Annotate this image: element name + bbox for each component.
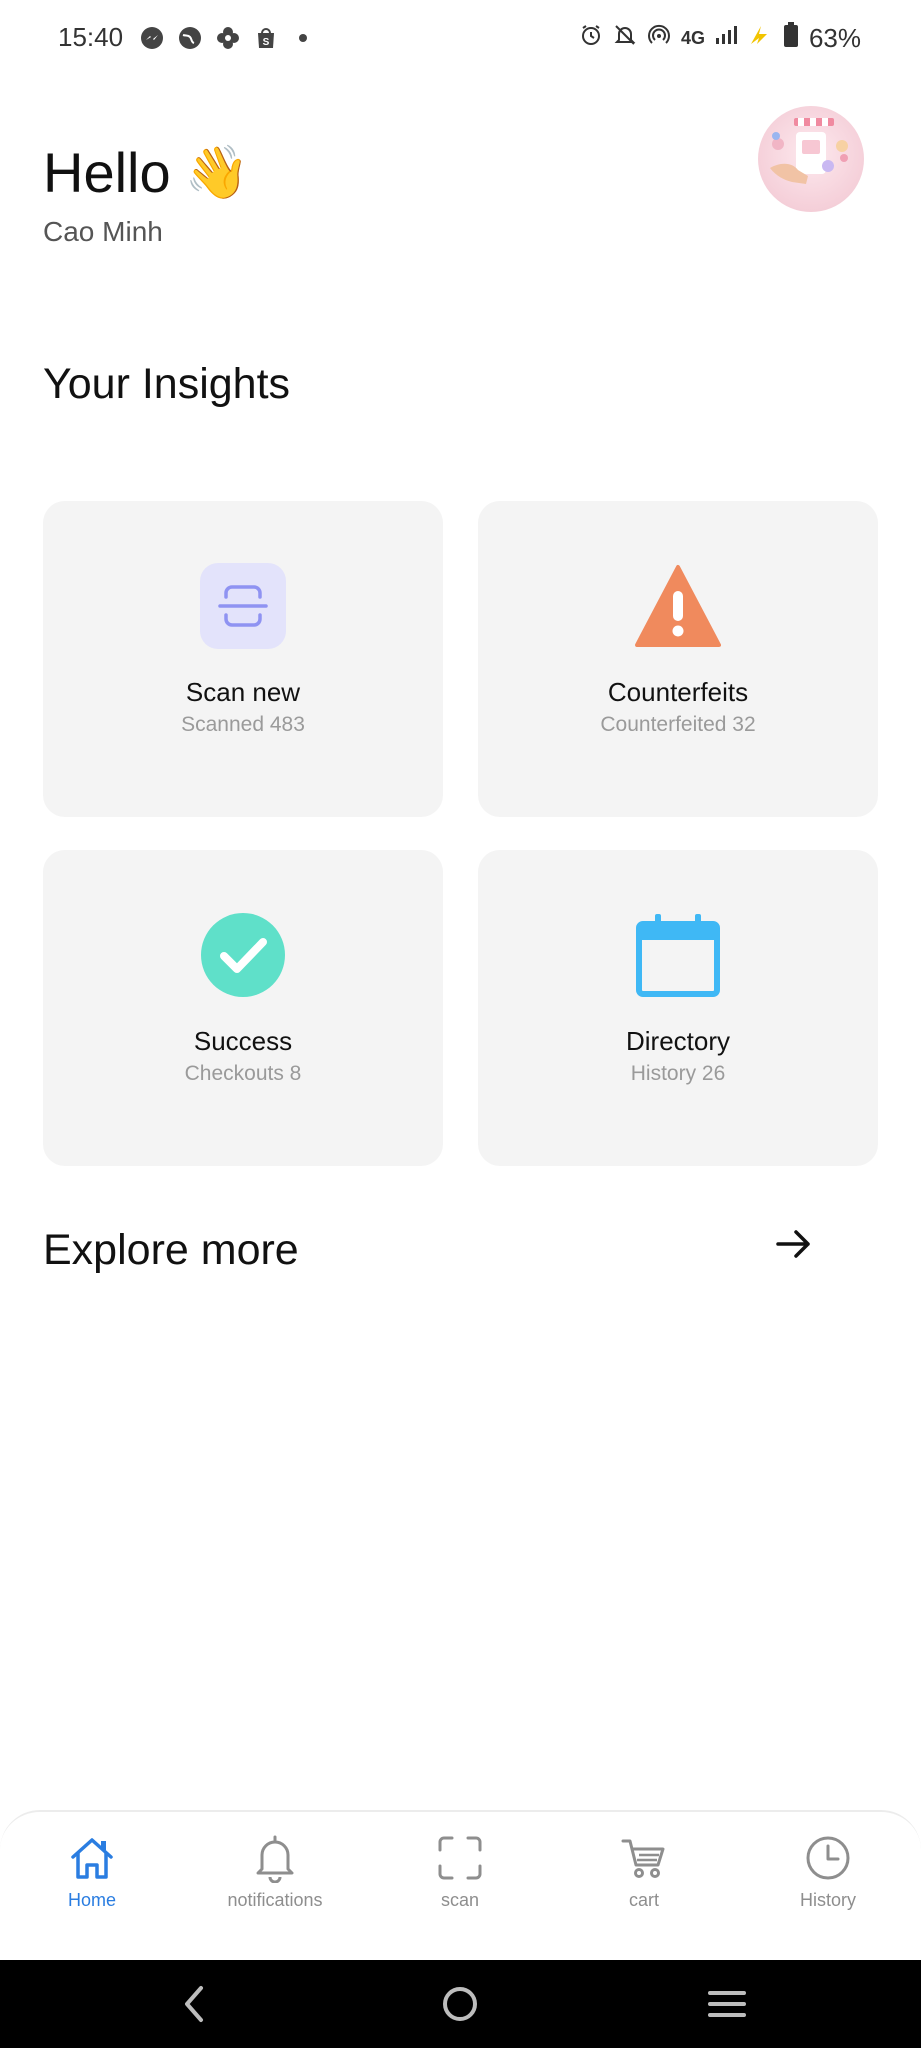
nav-history[interactable]: History: [753, 1830, 903, 1911]
arrow-right-icon[interactable]: [772, 1222, 816, 1266]
card-scan-new[interactable]: Scan new Scanned 483: [43, 501, 443, 817]
status-system-icons: 4G 63%: [579, 22, 861, 55]
bottom-nav: Home notifications scan cart History: [0, 1810, 921, 1962]
svg-text:S: S: [263, 37, 270, 48]
nav-label: cart: [628, 1890, 659, 1910]
card-counterfeits[interactable]: Counterfeits Counterfeited 32: [478, 501, 878, 817]
explore-title: Explore more: [43, 1226, 299, 1274]
card-directory[interactable]: Directory History 26: [478, 850, 878, 1166]
card-subtitle: Counterfeited 32: [600, 713, 756, 736]
nav-label: Home: [67, 1890, 116, 1910]
card-subtitle: Checkouts 8: [184, 1062, 302, 1085]
calendar-icon: [635, 912, 721, 998]
recents-menu-icon[interactable]: [703, 1980, 751, 2028]
avatar[interactable]: [758, 106, 864, 212]
network-type: 4G: [680, 28, 705, 48]
battery-percentage: 63%: [808, 23, 861, 53]
signal-icon: [715, 24, 737, 53]
greeting-text: Hello: [43, 141, 171, 204]
nav-notifications[interactable]: notifications: [200, 1830, 350, 1911]
home-circle-icon[interactable]: [436, 1980, 484, 2028]
greeting: Hello 👋: [43, 140, 249, 205]
status-bar: 15:40 S 4G 63%: [0, 0, 921, 78]
nav-scan[interactable]: scan: [385, 1830, 535, 1911]
more-notifications-dot: [299, 34, 307, 42]
scan-frame-icon: [385, 1830, 535, 1886]
nav-cart[interactable]: cart: [569, 1830, 719, 1911]
user-name: Cao Minh: [43, 216, 163, 247]
nav-home[interactable]: Home: [17, 1830, 167, 1911]
status-time: 15:40: [58, 22, 124, 52]
shop-illustration-icon: [770, 118, 848, 184]
card-subtitle: History 26: [630, 1062, 726, 1085]
charging-icon: [747, 24, 773, 53]
shopping-bag-icon: S: [253, 25, 279, 51]
clock-icon: [753, 1830, 903, 1886]
waving-hand-icon: 👋: [184, 144, 250, 202]
warning-icon: [635, 563, 721, 649]
hotspot-icon: [647, 23, 671, 54]
card-success[interactable]: Success Checkouts 8: [43, 850, 443, 1166]
card-title: Counterfeits: [607, 677, 749, 707]
battery-icon: [783, 22, 799, 55]
card-title: Directory: [625, 1026, 730, 1056]
cart-icon: [569, 1830, 719, 1886]
card-title: Scan new: [185, 677, 301, 707]
messenger-icon: [139, 25, 165, 51]
browser-icon: [177, 25, 203, 51]
check-circle-icon: [200, 912, 286, 998]
nav-label: notifications: [227, 1890, 323, 1910]
system-nav-bar: [0, 1960, 921, 2048]
insights-title: Your Insights: [43, 360, 291, 408]
card-subtitle: Scanned 483: [181, 713, 305, 736]
nav-label: History: [799, 1890, 856, 1910]
nav-label: scan: [440, 1890, 480, 1910]
card-title: Success: [193, 1026, 293, 1056]
bell-icon: [200, 1830, 350, 1886]
app-flower-icon: [215, 25, 241, 51]
home-icon: [17, 1830, 167, 1886]
back-icon[interactable]: [170, 1980, 218, 2028]
status-notification-icons: S: [139, 25, 307, 51]
mute-bell-icon: [613, 23, 637, 54]
scan-icon: [200, 563, 286, 649]
alarm-icon: [579, 23, 603, 54]
